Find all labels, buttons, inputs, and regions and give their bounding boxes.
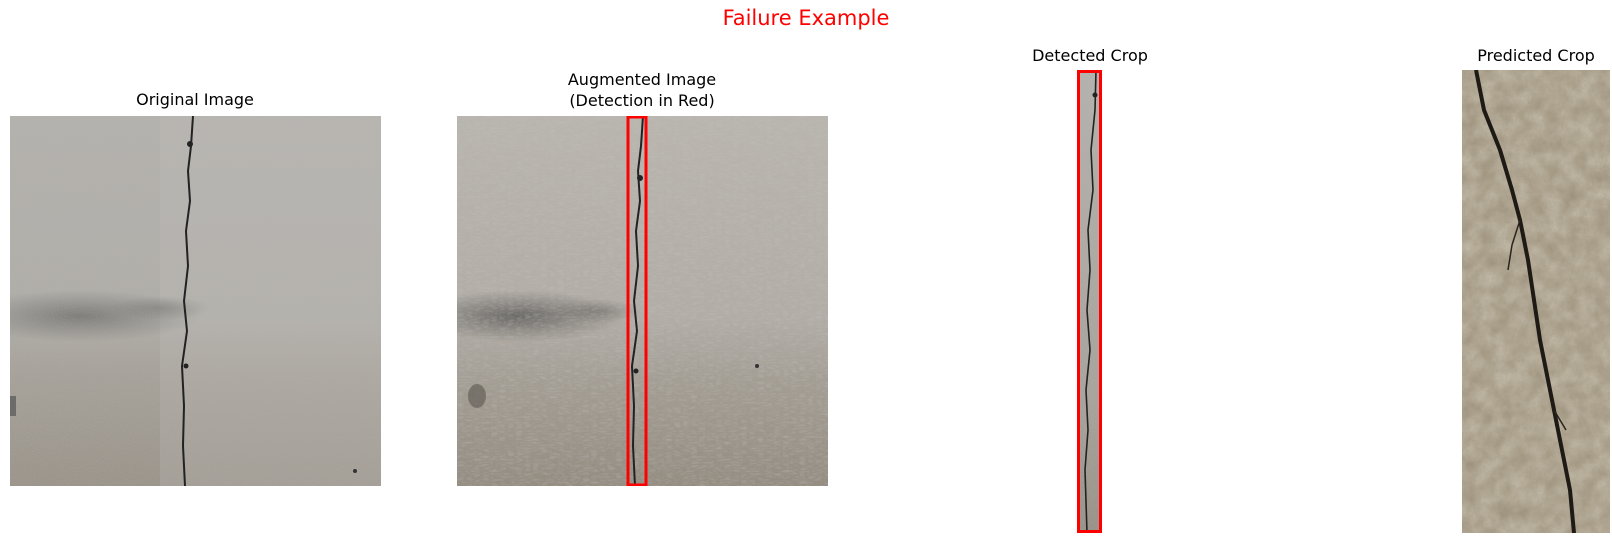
augmented-image (457, 116, 828, 486)
predicted-crop-graphic (1462, 70, 1610, 533)
panel-title-predicted-crop: Predicted Crop (1477, 45, 1595, 66)
concrete-wall-graphic (10, 116, 381, 486)
panel-title-line: Original Image (136, 90, 254, 109)
figure-suptitle: Failure Example (722, 6, 890, 30)
panel-title-line: Predicted Crop (1477, 46, 1595, 65)
detected-crop-image (1077, 70, 1102, 533)
panel-title-line: Augmented Image (567, 70, 717, 89)
panel-title-original: Original Image (136, 89, 254, 110)
panel-title-line: (Detection in Red) (569, 91, 715, 110)
panel-title-detected-crop: Detected Crop (1032, 45, 1148, 66)
panel-title-augmented: Augmented Image (Detection in Red) (568, 69, 716, 111)
predicted-crop-image (1462, 70, 1610, 533)
panel-title-line: Detected Crop (1032, 46, 1148, 65)
augmented-concrete-wall-graphic (457, 116, 828, 486)
original-image (10, 116, 381, 486)
detected-crop-graphic (1077, 70, 1102, 533)
